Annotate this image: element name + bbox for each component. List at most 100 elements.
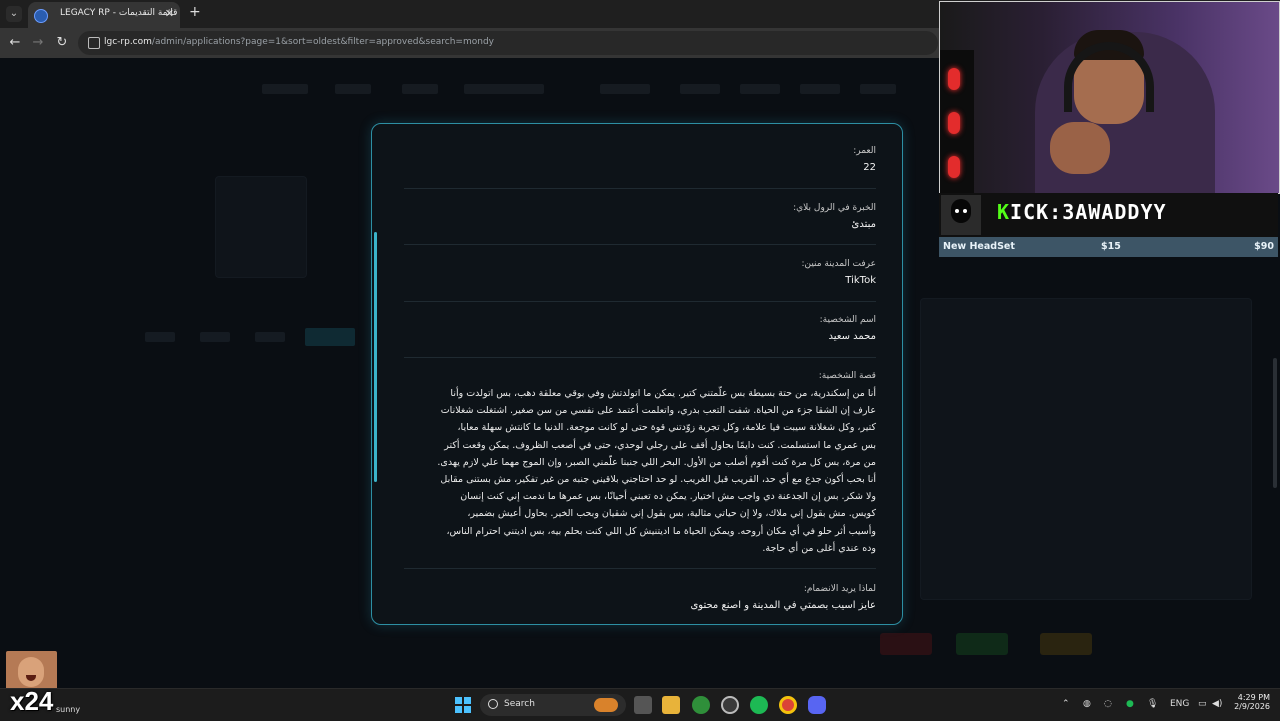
story-line: أنا من إسكندرية، من حتة بسيطة بس علّمتني… <box>450 388 876 399</box>
field-character-story: قصة الشخصية: أنا من إسكندرية، من حتة بسي… <box>404 371 876 557</box>
led-light <box>948 68 960 90</box>
taskbar-search[interactable]: Search <box>480 694 626 716</box>
clock[interactable]: 4:29 PM 2/9/2026 <box>1230 693 1270 711</box>
emote-face <box>18 657 44 687</box>
tab-search-button[interactable]: ⌄ <box>6 6 22 22</box>
filter-chip-active[interactable] <box>305 328 355 346</box>
task-view-icon[interactable] <box>634 696 652 714</box>
network-icon[interactable]: ▭ <box>1198 699 1207 709</box>
avatar-figure <box>951 199 971 223</box>
clock-time: 4:29 PM <box>1237 693 1270 702</box>
nav-link[interactable] <box>680 84 720 94</box>
divider <box>404 357 876 358</box>
site-info-icon[interactable] <box>88 37 100 49</box>
story-line: عارف إن الشقا جزء من الحياة. شفت التعب ب… <box>440 405 876 417</box>
file-explorer-icon[interactable] <box>662 696 680 714</box>
nav-link[interactable] <box>402 84 438 94</box>
field-value: TikTok <box>845 275 876 286</box>
field-label: لماذا يريد الانضمام: <box>803 584 876 594</box>
search-highlight-icon <box>594 698 618 712</box>
kick-channel-name: KICK:3AWADDYY <box>997 200 1167 224</box>
language-indicator[interactable]: ENG <box>1170 699 1189 709</box>
tray-app-icon[interactable]: ◌ <box>1104 699 1112 709</box>
laughing-emote-icon <box>6 651 57 691</box>
goal-current: $15 <box>1101 241 1121 252</box>
field-label: العمر: <box>853 146 876 156</box>
field-value: عايز اسيب بصمتي في المدينة و اصنع محتوى <box>690 600 876 611</box>
field-roleplay-experience: الخبرة في الرول بلاي: مبتدئ <box>404 203 876 230</box>
accept-button[interactable] <box>956 633 1008 655</box>
back-arrow-icon[interactable]: ← <box>6 34 24 52</box>
reload-icon[interactable]: ↻ <box>53 34 71 52</box>
filter-chip[interactable] <box>200 332 230 342</box>
nav-link[interactable] <box>800 84 840 94</box>
nav-link[interactable] <box>860 84 896 94</box>
divider <box>404 568 876 569</box>
goal-target: $90 <box>1254 241 1274 252</box>
donation-goal-bar: New HeadSet $15 $90 <box>939 237 1278 257</box>
spotify-tray-icon[interactable]: ● <box>1126 699 1134 709</box>
spotify-icon[interactable] <box>750 696 768 714</box>
windows-start-icon[interactable] <box>455 697 471 713</box>
field-value: مبتدئ <box>851 219 876 230</box>
reject-button[interactable] <box>880 633 932 655</box>
weather-text[interactable]: sunny <box>56 705 80 714</box>
led-light <box>948 156 960 178</box>
nav-link[interactable] <box>262 84 308 94</box>
story-text: أنا من إسكندرية، من حتة بسيطة بس علّمتني… <box>404 385 876 557</box>
field-age: العمر: 22 <box>404 146 876 173</box>
divider <box>404 188 876 189</box>
forward-arrow-icon[interactable]: → <box>29 34 47 52</box>
divider <box>404 301 876 302</box>
nav-link[interactable] <box>600 84 650 94</box>
volume-icon[interactable]: ◀) <box>1212 699 1222 709</box>
field-label: اسم الشخصية: <box>819 315 876 325</box>
search-icon <box>488 699 498 709</box>
search-label: Search <box>504 699 535 709</box>
filter-chip[interactable] <box>255 332 285 342</box>
story-line: وده عندي أغلى من أي حاجة. <box>762 542 876 554</box>
clock-date: 2/9/2026 <box>1234 702 1270 711</box>
nav-link[interactable] <box>464 84 544 94</box>
field-value: محمد سعيد <box>828 331 877 342</box>
field-label: قصة الشخصية: <box>818 371 876 381</box>
page-scrollbar[interactable] <box>1273 358 1277 488</box>
field-character-name: اسم الشخصية: محمد سعيد <box>404 315 876 342</box>
modal-scrollbar[interactable] <box>374 232 377 482</box>
tab-active[interactable]: LEGACY RP - قائمة التقديمات ✕ <box>28 2 180 28</box>
kick-channel-banner: KICK:3AWADDYY <box>939 193 1278 237</box>
story-line: من مرة، بس كل مرة كنت أقوم أصلب من الأول… <box>437 456 876 468</box>
chrome-icon[interactable] <box>779 696 797 714</box>
story-line: أنا بحب أكون جدع مع أي حد، القريب قبل ال… <box>440 474 876 486</box>
application-list-panel <box>920 298 1252 600</box>
chevron-up-icon[interactable]: ⌃ <box>1062 699 1070 709</box>
story-line: كويس. مش بقول إني ملاك، ولا إن حياتي مثا… <box>467 508 876 520</box>
tray-app-icon[interactable]: ◍ <box>1083 699 1091 709</box>
windows-taskbar: sunny Search ⌃ ◍ ◌ ● 🎙 ENG ▭ ◀) 4:29 PM … <box>0 688 1280 721</box>
pc-tower <box>940 50 974 193</box>
steam-icon[interactable] <box>721 696 739 714</box>
discord-icon[interactable] <box>808 696 826 714</box>
emote-multiplier: x24 <box>10 686 54 716</box>
story-line: بس عمري ما استسلمت. كنت دايمًا بحاول أقف… <box>444 439 876 451</box>
new-tab-button[interactable]: + <box>189 4 201 20</box>
nav-link[interactable] <box>740 84 780 94</box>
webcam-overlay <box>939 1 1280 194</box>
avatar-eye <box>955 209 959 213</box>
field-join-reason: لماذا يريد الانضمام: عايز اسيب بصمتي في … <box>404 584 876 611</box>
url-text: lgc-rp.com/admin/applications?page=1&sor… <box>104 37 494 47</box>
story-line: وأسيب أثر حلو في أي مكان أروحه. ويمكن ال… <box>446 525 876 537</box>
close-icon[interactable]: ✕ <box>165 7 174 20</box>
address-bar[interactable]: lgc-rp.com/admin/applications?page=1&sor… <box>78 31 938 55</box>
field-label: الخبرة في الرول بلاي: <box>793 203 876 213</box>
story-line: ولا شكر. بس إن الجدعنة دي واجب مش اختيار… <box>460 491 876 503</box>
pending-button[interactable] <box>1040 633 1092 655</box>
nav-link[interactable] <box>335 84 371 94</box>
microphone-icon[interactable]: 🎙 <box>1147 699 1158 709</box>
filter-chip[interactable] <box>145 332 175 342</box>
application-details-modal: العمر: 22 الخبرة في الرول بلاي: مبتدئ عر… <box>371 123 903 625</box>
avatar-eye <box>963 209 967 213</box>
channel-avatar <box>941 195 981 235</box>
xbox-icon[interactable] <box>692 696 710 714</box>
led-light <box>948 112 960 134</box>
